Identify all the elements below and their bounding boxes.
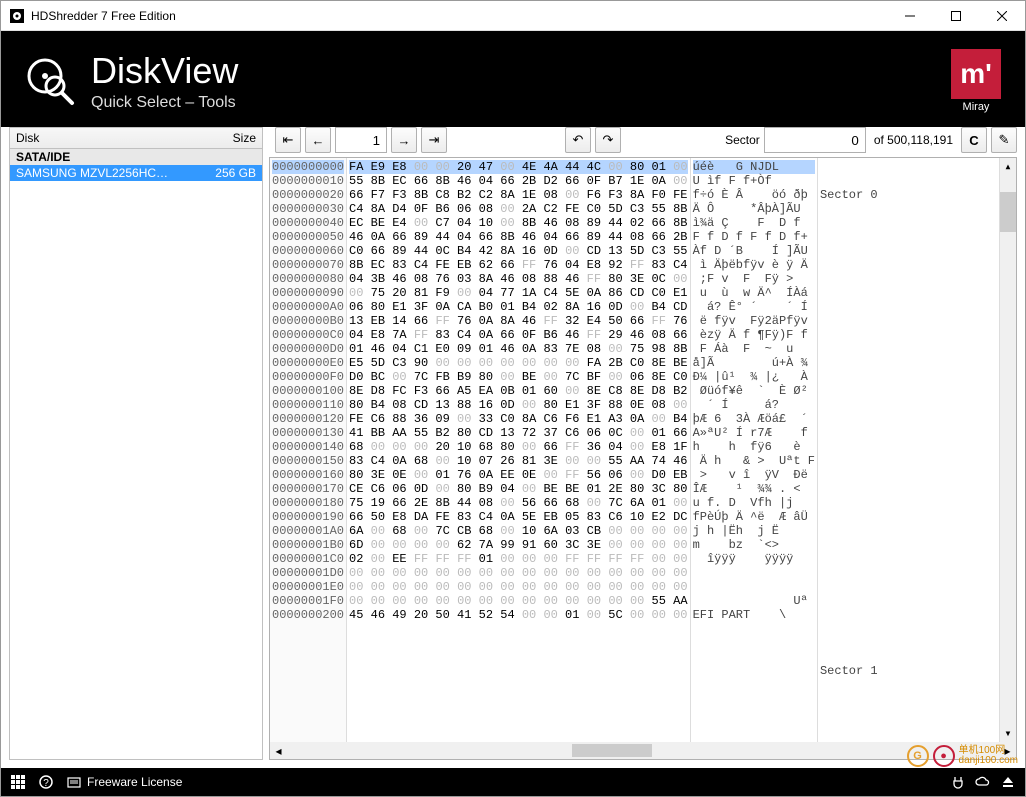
disk-group: SATA/IDE (10, 149, 262, 165)
page-input[interactable] (335, 127, 387, 153)
first-page-button[interactable]: ⇤ (275, 127, 301, 153)
sector-label: Sector (725, 133, 760, 147)
breadcrumb: Quick Select – Tools (91, 94, 238, 112)
apps-icon[interactable] (11, 775, 25, 789)
brand-mark: m' (951, 49, 1001, 99)
close-button[interactable] (979, 1, 1025, 31)
diskview-icon (25, 56, 75, 106)
app-icon (9, 8, 25, 24)
hex-ascii[interactable]: úéè G NJDL U ìf F f+Òf f÷ó È Â öó ðþÄ Ô … (691, 158, 818, 742)
hex-offsets: 0000000000000000001000000000200000000030… (270, 158, 347, 742)
help-icon[interactable]: ? (39, 775, 53, 789)
vertical-scrollbar[interactable]: ▴ ▾ (999, 158, 1016, 742)
sector-input[interactable] (764, 127, 866, 153)
hex-editor: 0000000000000000001000000000200000000030… (269, 157, 1017, 760)
hex-sector-col: Sector 0 Sector 1 (818, 158, 999, 742)
sector-total: of 500,118,191 (874, 133, 953, 147)
statusbar: ? Freeware License (1, 768, 1025, 796)
maximize-button[interactable] (933, 1, 979, 31)
brand-logo: m' Miray (951, 49, 1001, 113)
column-size[interactable]: Size (233, 131, 256, 145)
horizontal-scrollbar[interactable]: ◂ ▸ (270, 742, 1016, 759)
last-page-button[interactable]: ⇥ (421, 127, 447, 153)
page-title: DiskView (91, 50, 238, 92)
undo-button[interactable]: ↶ (565, 127, 591, 153)
disk-item-name: SAMSUNG MZVL2256HC… (16, 166, 215, 180)
column-disk[interactable]: Disk (16, 131, 233, 145)
titlebar: HDShredder 7 Free Edition (1, 1, 1025, 31)
brand-name: Miray (951, 101, 1001, 113)
next-page-button[interactable]: → (391, 127, 417, 153)
eject-icon[interactable] (1001, 775, 1015, 789)
edit-button[interactable]: ✎ (991, 127, 1017, 153)
refresh-button[interactable]: C (961, 127, 987, 153)
header: DiskView Quick Select – Tools m' Miray (1, 31, 1025, 127)
svg-text:?: ? (43, 778, 49, 789)
redo-button[interactable]: ↷ (595, 127, 621, 153)
cloud-icon[interactable] (975, 776, 991, 788)
disk-item[interactable]: SAMSUNG MZVL2256HC… 256 GB (10, 165, 262, 181)
titlebar-text: HDShredder 7 Free Edition (31, 9, 887, 23)
license-button[interactable]: Freeware License (67, 775, 182, 789)
disk-item-size: 256 GB (215, 166, 256, 180)
disk-list-header: Disk Size (9, 127, 263, 149)
hex-bytes[interactable]: FA E9 E8 00 00 20 47 00 4E 4A 44 4C 00 8… (347, 158, 691, 742)
plug-icon[interactable] (951, 775, 965, 789)
minimize-button[interactable] (887, 1, 933, 31)
prev-page-button[interactable]: ← (305, 127, 331, 153)
